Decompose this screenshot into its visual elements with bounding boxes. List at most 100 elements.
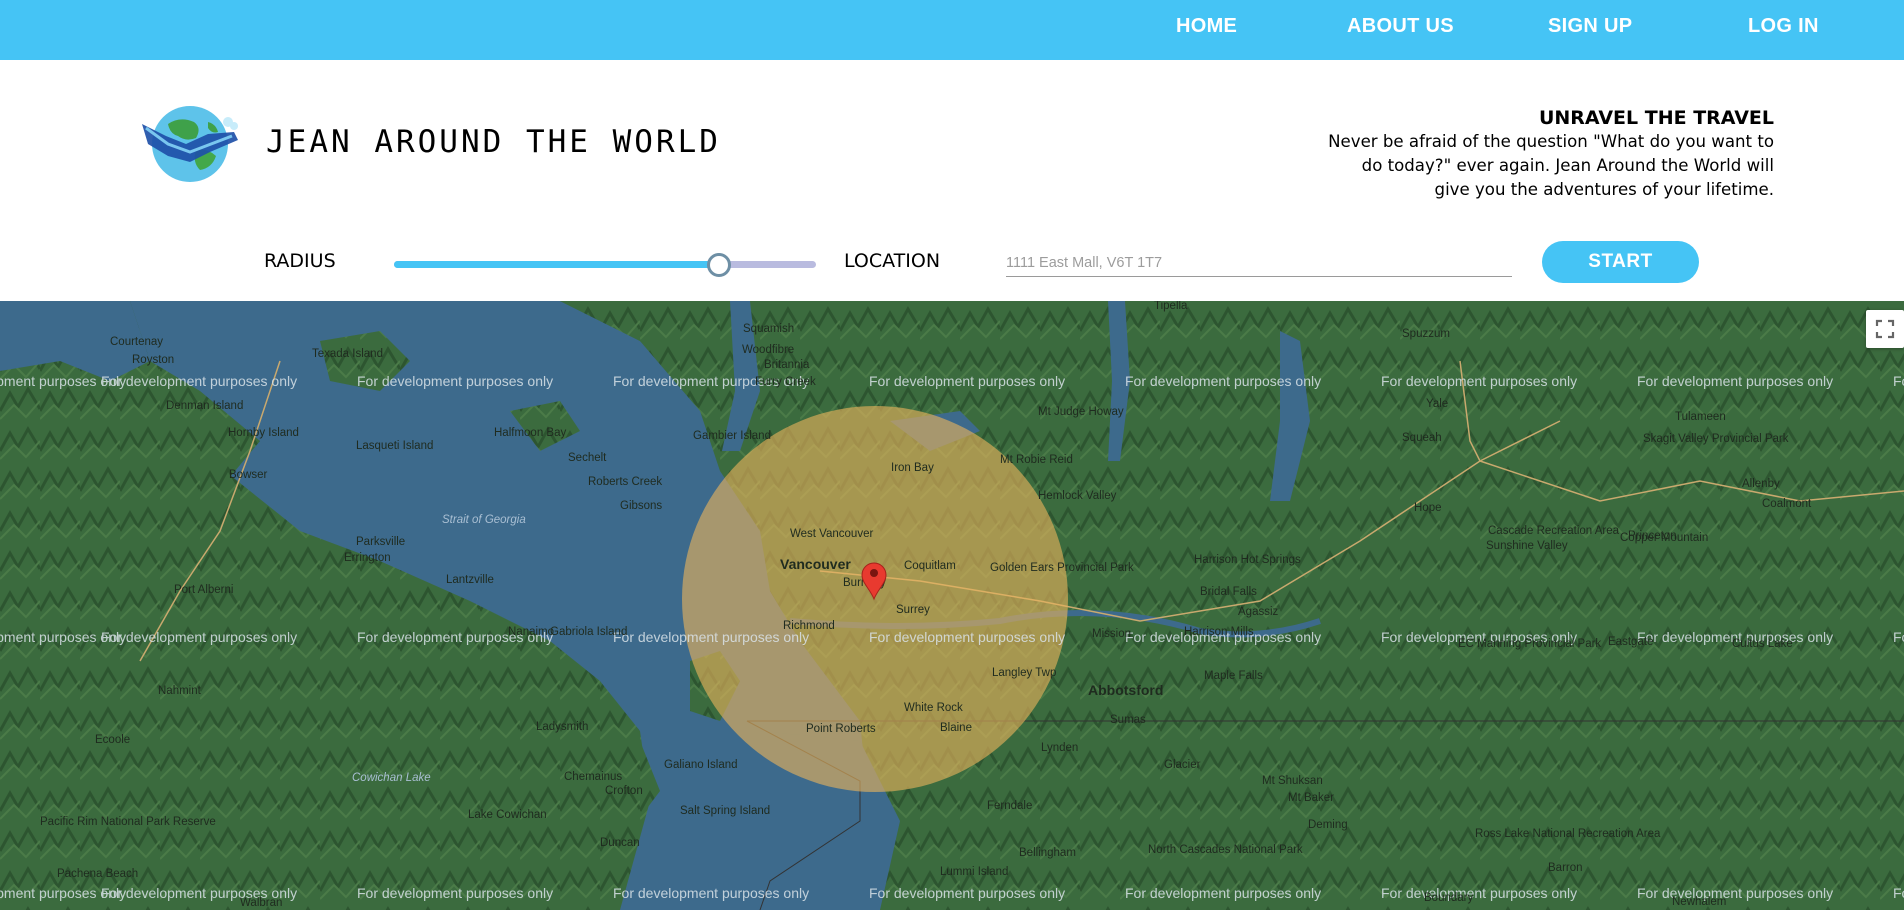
map-place-label: Squamish [743,323,794,335]
map-place-label: Coquitlam [904,560,956,572]
map-watermark: For development purposes only [357,885,553,901]
nav-home-link[interactable]: HOME [1176,15,1237,38]
map-place-label: Vancouver [780,556,851,572]
map-place-label: Yale [1426,398,1448,410]
map-place-label: Point Roberts [806,723,876,735]
start-button[interactable]: START [1542,241,1699,283]
map-place-label: Eastgate [1608,636,1653,648]
map-place-label: Bridal Falls [1200,586,1257,598]
map-place-label: Hemlock Valley [1038,490,1117,502]
map-watermark: For development purposes only [1125,373,1321,389]
map-place-label: Nahmint [158,685,202,697]
map-place-label: Blaine [940,722,972,734]
map-watermark: For development purposes only [1637,373,1833,389]
map-place-label: Mt Shuksan [1262,775,1323,787]
map-place-label: Barron [1548,862,1583,874]
map-place-label: Glacier [1164,759,1201,771]
map-place-label: Nanaimo [508,626,554,638]
map-place-label: Lantzville [446,574,494,586]
map-place-label: Port Alberni [174,584,233,596]
map-place-label: Allenby [1742,478,1780,490]
radius-slider[interactable] [394,253,816,277]
map-place-label: Cowichan Lake [352,772,431,784]
map-place-label: Tipella [1154,301,1188,312]
brand-name: JEAN AROUND THE WORLD [266,124,721,160]
map-place-label: West Vancouver [790,528,873,540]
map-place-label: Parksville [356,536,405,548]
tagline-line: do today?" ever again. Jean Around the W… [1361,156,1774,175]
map-place-label: Britannia [764,359,810,371]
map-place-label: EC Manning Provincial Park [1458,638,1601,650]
nav-login-link[interactable]: LOG IN [1748,15,1819,38]
map-watermark: For development purposes only [1125,885,1321,901]
location-input[interactable] [1006,250,1512,277]
nav-signup-link[interactable]: SIGN UP [1548,15,1632,38]
map-place-label: Mt Baker [1288,792,1334,804]
map-place-label: Woodfibre [742,344,794,356]
map-place-label: Courtenay [110,336,163,348]
map-place-label: Abbotsford [1088,682,1163,698]
globe-with-ribbon-icon [142,106,238,182]
map-place-label: Halfmoon Bay [494,427,566,439]
map-place-label: Golden Ears Provincial Park [990,562,1134,574]
map-place-label: Mission [1092,628,1131,640]
map-place-label: Lynden [1041,742,1078,754]
map-place-label: Salt Spring Island [680,805,770,817]
map-canvas: For development purposes only For develop… [0,301,1904,910]
map-place-label: Newhalem [1672,896,1726,908]
tagline-line: Never be afraid of the question "What do… [1328,132,1774,151]
map-watermark: For development purposes only [869,629,1065,645]
location-label: LOCATION [844,250,941,272]
map-place-label: Bellingham [1019,847,1076,859]
map-place-label: Furry Creek [755,376,816,388]
map-place-label: Walbran [240,897,282,909]
map-place-label: Hornby Island [228,427,299,439]
map-watermark: For development purposes only [1637,885,1833,901]
map-place-label: Gibsons [620,500,662,512]
map-place-label: Royston [132,354,174,366]
slider-thumb[interactable] [706,253,731,277]
nav-about-link[interactable]: ABOUT US [1347,15,1454,38]
map-place-label: Lake Cowichan [468,809,547,821]
map-watermark: For development purposes only [101,373,297,389]
map-place-label: Gambier Island [693,430,771,442]
map-place-label: North Cascades National Park [1148,844,1303,856]
map-place-label: Mt Judge Howay [1038,406,1124,418]
map-place-label: Richmond [783,620,835,632]
tagline-line: give you the adventures of your lifetime… [1434,180,1774,199]
tagline-title: UNRAVEL THE TRAVEL [1538,107,1774,129]
map-place-label: Harrison Hot Springs [1194,554,1301,566]
map-watermark: For development purposes only [613,885,809,901]
map-place-label: Mt Robie Reid [1000,454,1073,466]
map-place-label: Princeton [1628,530,1677,542]
map-place-label: Texada Island [312,348,383,360]
map-place-label: Coalmont [1762,498,1812,510]
map-place-label: White Rock [904,702,963,714]
map-watermark: For development purposes only [869,885,1065,901]
map-watermark: For development purposes only [869,373,1065,389]
map-place-label: Langley Twp [992,667,1056,679]
map-place-label: Crofton [605,785,643,797]
map-watermark: For development purposes only [1893,629,1904,645]
map-place-label: Cascade Recreation Area [1488,525,1620,537]
map-place-label: Sechelt [568,452,607,464]
map-place-label: Agassiz [1238,606,1279,618]
map-place-label: Ecoole [95,734,130,746]
tagline: UNRAVEL THE TRAVEL Never be afraid of th… [1254,106,1774,202]
map-place-label: Maple Falls [1204,670,1263,682]
map-place-label: Roberts Creek [588,476,662,488]
map-place-label: Iron Bay [891,462,934,474]
map-place-label: Sumas [1110,714,1146,726]
map-place-label: Surrey [896,604,930,616]
map-place-label: Ferndale [987,800,1032,812]
map-place-label: Strait of Georgia [442,514,526,526]
slider-fill [394,261,719,268]
map-watermark: For development purposes only [357,373,553,389]
map-place-label: Harrison Mills [1184,626,1254,638]
map-place-label: Galiano Island [664,759,738,771]
map-place-label: Errington [344,552,391,564]
map[interactable]: For development purposes only For develop… [0,301,1904,910]
fullscreen-icon[interactable] [1866,310,1904,348]
radius-label: RADIUS [264,250,336,272]
map-place-label: Gabriola Island [550,626,627,638]
